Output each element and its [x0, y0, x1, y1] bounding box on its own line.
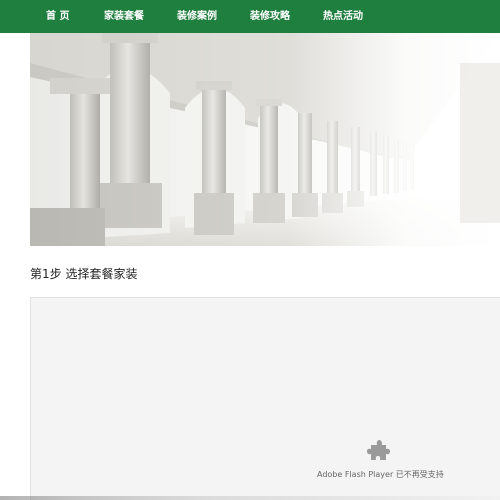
nav-item-cases[interactable]: 装修案例: [177, 0, 217, 33]
flash-unsupported-message: Adobe Flash Player 已不再受支持: [317, 470, 444, 479]
bottom-edge-shadow: [0, 496, 500, 500]
step-title: 第1步 选择套餐家装: [30, 267, 138, 281]
flash-plugin-placeholder[interactable]: Adobe Flash Player 已不再受支持: [30, 297, 500, 500]
nav-item-events[interactable]: 热点活动: [323, 0, 363, 33]
nav-item-packages[interactable]: 家装套餐: [104, 0, 144, 33]
nav-item-home[interactable]: 首 页: [46, 0, 69, 33]
colonnade-illustration: [30, 33, 500, 246]
top-nav: 首 页 家装套餐 装修案例 装修攻略 热点活动: [0, 0, 500, 33]
hero-banner-image: [30, 33, 500, 246]
puzzle-plugin-icon: [367, 440, 390, 460]
nav-item-guides[interactable]: 装修攻略: [250, 0, 290, 33]
page: 首 页 家装套餐 装修案例 装修攻略 热点活动 第1步 选择套餐家装 Adobe…: [0, 0, 500, 500]
